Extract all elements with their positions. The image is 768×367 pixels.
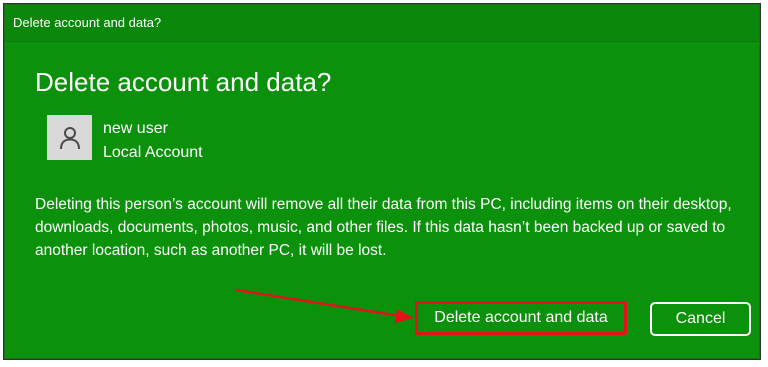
- avatar: [47, 115, 92, 160]
- dialog-heading: Delete account and data?: [35, 67, 332, 97]
- warning-message: Deleting this person’s account will remo…: [35, 196, 732, 259]
- title-bar: Delete account and data?: [5, 5, 759, 42]
- delete-account-dialog: Delete account and data? Delete account …: [4, 4, 760, 359]
- cancel-button[interactable]: Cancel: [650, 302, 751, 336]
- account-name: new user: [103, 120, 168, 137]
- delete-account-button[interactable]: Delete account and data: [415, 301, 627, 335]
- window-title: Delete account and data?: [13, 15, 162, 30]
- account-type: Local Account: [103, 144, 203, 161]
- person-icon: [59, 126, 80, 149]
